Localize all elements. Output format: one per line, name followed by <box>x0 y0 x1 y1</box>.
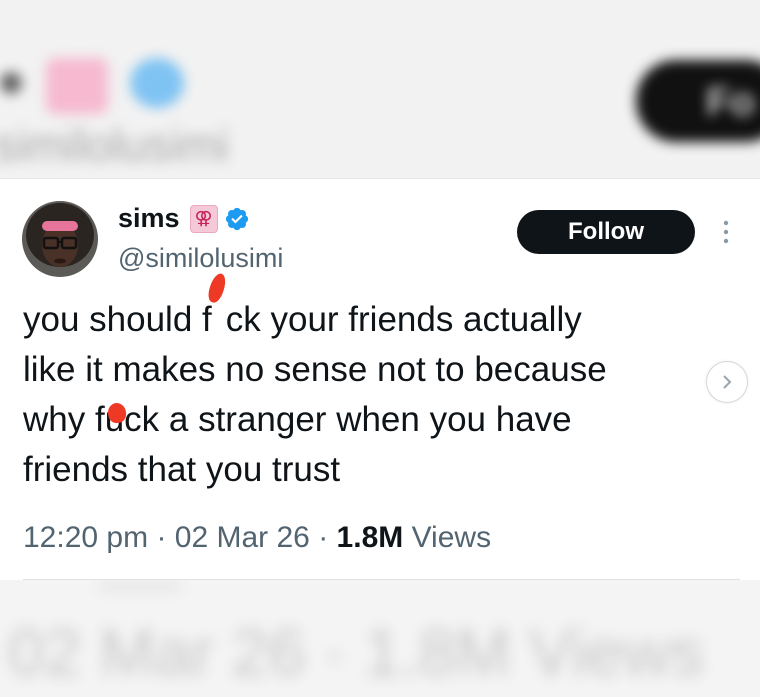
meta-separator: · <box>156 521 167 554</box>
double-female-sign-emoji: ⚢ <box>189 204 218 233</box>
tweet-time[interactable]: 12:20 pm <box>23 521 148 554</box>
display-name[interactable]: sims <box>118 203 180 234</box>
background-handle: similolusimi <box>0 119 230 171</box>
background-dot <box>0 72 22 94</box>
background-previous-tweet: similolusimi Fo <box>0 0 760 178</box>
background-meta: 02 Mar 26 · 1.8M Views <box>8 615 704 689</box>
tweet-line-2: like it makes no sense not to because <box>23 350 607 389</box>
background-verified-badge <box>130 58 184 108</box>
tweet-date[interactable]: 02 Mar 26 <box>175 521 310 554</box>
avatar[interactable] <box>22 201 98 277</box>
background-follow-text: Fo <box>706 80 755 124</box>
tweet-card: sims ⚢ @similolusimi Follow you should f… <box>0 178 760 581</box>
views-label: Views <box>411 521 492 554</box>
follow-button[interactable]: Follow <box>517 210 695 254</box>
name-row: sims ⚢ <box>118 203 250 234</box>
background-next-section: 02 Mar 26 · 1.8M Views <box>0 580 760 697</box>
verified-badge-icon <box>224 206 250 232</box>
handle[interactable]: @similolusimi <box>118 243 283 274</box>
meta-separator: · <box>318 521 329 554</box>
views-count: 1.8M <box>336 521 404 554</box>
tweet-line-3: why fu ck a stranger when you have <box>23 400 572 439</box>
tweet-meta: 12:20 pm · 02 Mar 26 · 1.8M Views <box>23 521 491 555</box>
tweet-line-1: you should f ck your friends actually <box>23 271 703 345</box>
background-emoji <box>46 58 108 114</box>
red-redaction-mark <box>205 271 229 331</box>
background-line <box>100 584 180 590</box>
chevron-right-icon[interactable] <box>706 361 748 403</box>
more-options-icon[interactable] <box>712 217 740 247</box>
tweet-line-4: friends that you trust <box>23 450 341 489</box>
tweet-text: you should f ck your friends actually lik… <box>23 271 703 495</box>
